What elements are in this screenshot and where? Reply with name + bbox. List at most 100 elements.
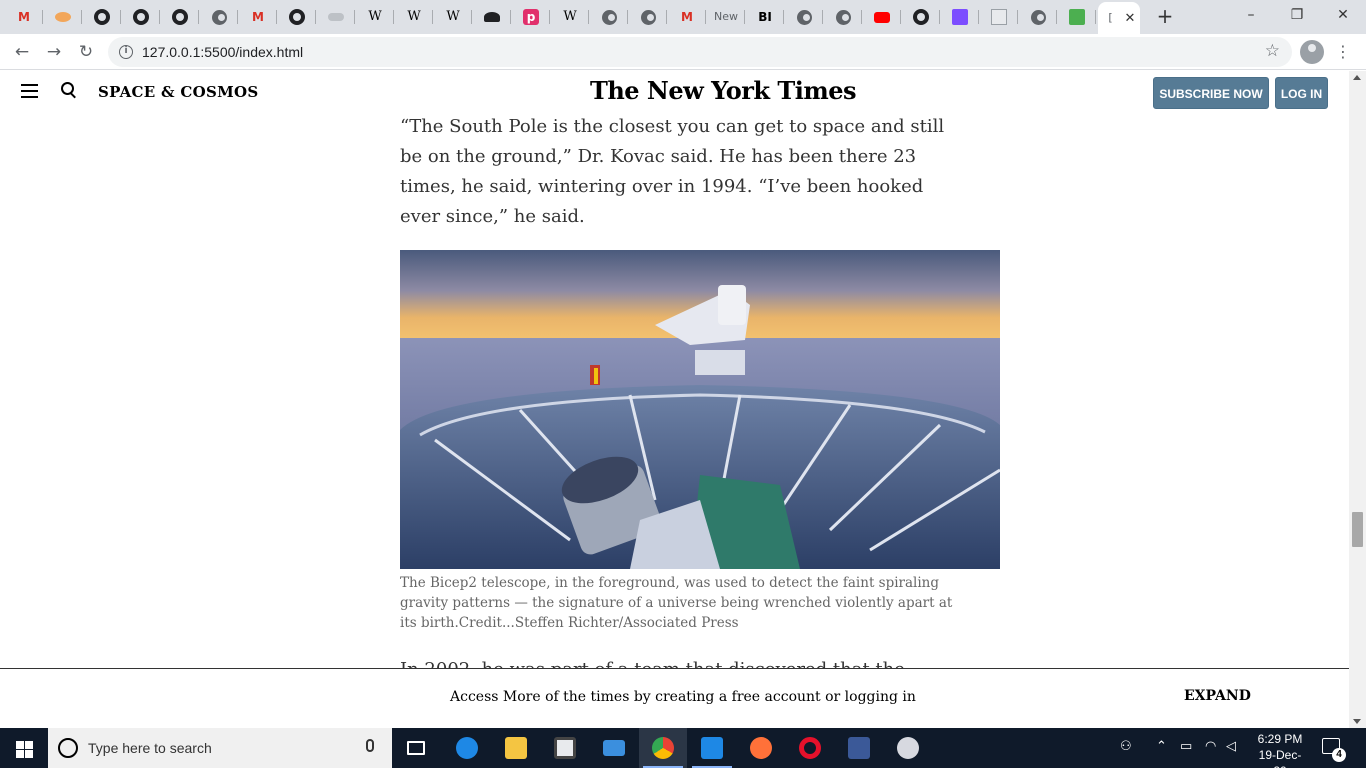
github-icon: [913, 9, 929, 25]
volume-icon[interactable]: ◁: [1226, 739, 1236, 754]
github-icon: [94, 9, 110, 25]
tray-overflow-icon[interactable]: ⌃: [1156, 739, 1167, 754]
microphone-icon[interactable]: [366, 739, 374, 752]
firefox-icon[interactable]: [737, 728, 785, 768]
browser-tab[interactable]: [902, 4, 940, 30]
browser-tab[interactable]: [980, 4, 1018, 30]
scroll-up-arrow-icon[interactable]: [1353, 75, 1361, 80]
new-tab-icon[interactable]: +: [1155, 6, 1175, 26]
photo-caption: The Bicep2 telescope, in the foreground,…: [400, 575, 953, 631]
gmail-icon: M: [681, 10, 693, 24]
browser-tab[interactable]: [278, 4, 316, 30]
active-browser-tab[interactable]: [✕: [1098, 2, 1140, 34]
github-icon: [133, 9, 149, 25]
edge-icon[interactable]: [443, 728, 491, 768]
chrome-icon[interactable]: [639, 728, 687, 768]
people-icon[interactable]: ⚇: [1120, 739, 1132, 754]
windows-start-icon[interactable]: [0, 728, 48, 768]
scroll-down-arrow-icon[interactable]: [1353, 719, 1361, 724]
browser-tab[interactable]: [200, 4, 238, 30]
task-view-icon[interactable]: [392, 728, 440, 768]
gmail-icon: M: [252, 10, 264, 24]
paint-icon[interactable]: [884, 728, 932, 768]
article-paragraph: “The South Pole is the closest you can g…: [400, 116, 945, 227]
close-window-icon[interactable]: ✕: [1320, 4, 1366, 26]
menu-icon[interactable]: [21, 84, 38, 98]
notification-count-badge: 4: [1332, 748, 1346, 762]
gmail-icon: M: [18, 10, 30, 24]
browser-tab[interactable]: [317, 4, 355, 30]
forward-icon[interactable]: →: [43, 42, 65, 62]
browser-tab[interactable]: W: [395, 4, 433, 30]
browser-tab[interactable]: [1019, 4, 1057, 30]
browser-tab[interactable]: M: [668, 4, 706, 30]
browser-tab[interactable]: [122, 4, 160, 30]
tray-clock[interactable]: 6:29 PM 19-Dec-20: [1252, 731, 1308, 779]
globe-icon: [835, 9, 851, 25]
maximize-icon[interactable]: ❐: [1274, 4, 1320, 26]
url-text[interactable]: 127.0.0.1:5500/index.html: [142, 44, 303, 60]
store-icon[interactable]: [541, 728, 589, 768]
back-icon[interactable]: ←: [11, 42, 33, 62]
clock-time: 6:29 PM: [1257, 732, 1303, 746]
browser-tab[interactable]: [83, 4, 121, 30]
vscode-icon[interactable]: [688, 728, 736, 768]
facebook-icon[interactable]: [835, 728, 883, 768]
fox-icon: [55, 12, 71, 22]
browser-tab[interactable]: M: [5, 4, 43, 30]
browser-tab[interactable]: W: [434, 4, 472, 30]
opera-icon[interactable]: [786, 728, 834, 768]
minimize-icon[interactable]: –: [1228, 4, 1274, 26]
site-header: SPACE & COSMOS The New York Times SUBSCR…: [0, 71, 1349, 113]
browser-tab[interactable]: [44, 4, 82, 30]
browser-tab[interactable]: p: [512, 4, 550, 30]
subscribe-button[interactable]: SUBSCRIBE NOW: [1153, 77, 1269, 109]
search-icon[interactable]: [61, 82, 77, 98]
page-scrollbar[interactable]: [1349, 71, 1366, 728]
globe-icon: [211, 9, 227, 25]
wikipedia-icon: W: [407, 9, 421, 24]
browser-tab-strip: M M W W Wp W M New BI[✕ + – ❐ ✕: [0, 0, 1366, 34]
business-insider-icon: BI: [758, 10, 772, 24]
browser-tab[interactable]: [941, 4, 979, 30]
browser-tab[interactable]: [785, 4, 823, 30]
news-icon: New: [714, 10, 738, 23]
file-explorer-icon[interactable]: [492, 728, 540, 768]
wifi-icon[interactable]: ◠: [1205, 739, 1216, 754]
browser-toolbar: ← → ↻ i 127.0.0.1:5500/index.html ☆ ⋮: [0, 34, 1366, 70]
browser-menu-icon[interactable]: ⋮: [1335, 42, 1351, 62]
page-viewport: SPACE & COSMOS The New York Times SUBSCR…: [0, 71, 1349, 728]
site-logo[interactable]: The New York Times: [590, 76, 857, 105]
browser-tab[interactable]: BI: [746, 4, 784, 30]
browser-tab[interactable]: [473, 4, 511, 30]
browser-tab[interactable]: [629, 4, 667, 30]
browser-tab[interactable]: [824, 4, 862, 30]
scrollbar-thumb[interactable]: [1352, 512, 1363, 547]
browser-tab[interactable]: [590, 4, 628, 30]
expand-button[interactable]: EXPAND: [1184, 688, 1251, 704]
address-bar[interactable]: i 127.0.0.1:5500/index.html ☆: [108, 37, 1292, 67]
article-photo: [400, 250, 1000, 569]
browser-tab[interactable]: [161, 4, 199, 30]
globe-icon: [601, 9, 617, 25]
browser-tab[interactable]: M: [239, 4, 277, 30]
browser-tab[interactable]: W: [356, 4, 394, 30]
windows-taskbar: Type here to search ⚇ ⌃ ▭ ◠ ◁ 6:29 PM 19…: [0, 728, 1366, 778]
browser-tab[interactable]: W: [551, 4, 589, 30]
github-icon: [289, 9, 305, 25]
login-button[interactable]: LOG IN: [1275, 77, 1328, 109]
close-tab-icon[interactable]: ✕: [1125, 11, 1136, 26]
battery-icon[interactable]: ▭: [1180, 739, 1192, 754]
browser-tab[interactable]: New: [707, 4, 745, 30]
section-label[interactable]: SPACE & COSMOS: [98, 83, 259, 101]
cloud-icon: [328, 13, 344, 21]
browser-tab[interactable]: [1058, 4, 1096, 30]
site-info-icon[interactable]: i: [119, 45, 133, 59]
nasa-icon: [991, 9, 1007, 25]
profile-avatar[interactable]: [1300, 40, 1324, 64]
taskbar-search-box[interactable]: Type here to search: [48, 728, 392, 768]
reload-icon[interactable]: ↻: [75, 42, 97, 62]
bookmark-star-icon[interactable]: ☆: [1265, 41, 1280, 61]
browser-tab[interactable]: [863, 4, 901, 30]
mail-icon[interactable]: [590, 728, 638, 768]
